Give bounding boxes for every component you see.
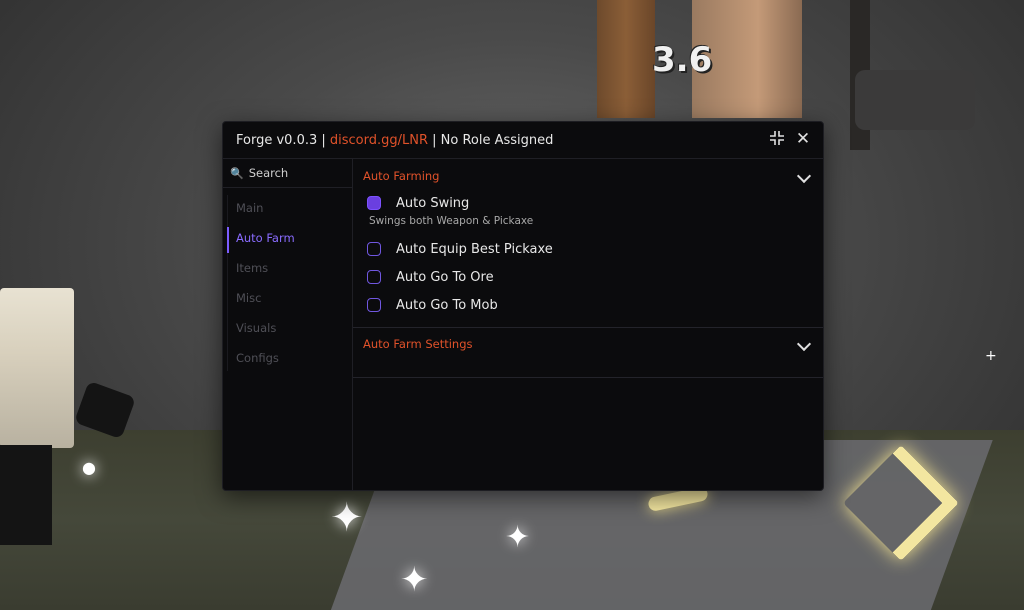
player-character: [0, 288, 74, 448]
rock: [855, 70, 975, 130]
title-role: | No Role Assigned: [428, 132, 554, 148]
toggle-label: Auto Swing: [396, 195, 470, 211]
checkbox[interactable]: [367, 270, 381, 284]
damage-number: 3.6: [652, 40, 713, 80]
chevron-down-icon[interactable]: [796, 336, 812, 352]
sparkle-icon: ●: [82, 458, 96, 477]
sidebar-item-items[interactable]: Items: [227, 255, 351, 285]
sidebar-item-auto-farm[interactable]: Auto Farm: [227, 225, 351, 255]
toggle-label: Auto Go To Mob: [396, 297, 498, 313]
crosshair-icon: +: [985, 348, 997, 364]
player-character-leg: [0, 445, 52, 545]
checkbox[interactable]: [367, 242, 381, 256]
window-title: Forge v0.0.3 | discord.gg/LNR | No Role …: [236, 133, 553, 148]
wooden-pillar: [597, 0, 655, 118]
sidebar-nav: Main Auto Farm Items Misc Visuals Config…: [227, 195, 351, 375]
toggle-auto-go-to-ore[interactable]: Auto Go To Ore: [367, 267, 494, 287]
search-bar[interactable]: 🔍: [223, 159, 352, 188]
sparkle-icon: ✦: [505, 520, 531, 555]
title-bar[interactable]: Forge v0.0.3 | discord.gg/LNR | No Role …: [223, 122, 823, 159]
main-content: Auto Farming Auto Swing Swings both Weap…: [353, 159, 823, 490]
section-title: Auto Farm Settings: [363, 337, 473, 351]
forge-window: Forge v0.0.3 | discord.gg/LNR | No Role …: [222, 121, 824, 491]
toggle-auto-go-to-mob[interactable]: Auto Go To Mob: [367, 295, 498, 315]
toggle-label: Auto Go To Ore: [396, 269, 494, 285]
section-auto-farm-settings[interactable]: Auto Farm Settings: [353, 327, 823, 378]
compress-icon-svg: [770, 131, 784, 145]
checkbox[interactable]: [367, 298, 381, 312]
toggle-auto-swing[interactable]: Auto Swing: [367, 193, 469, 213]
section-auto-farming: Auto Farming Auto Swing Swings both Weap…: [353, 159, 823, 328]
sidebar-item-configs[interactable]: Configs: [227, 345, 351, 375]
sidebar-item-visuals[interactable]: Visuals: [227, 315, 351, 345]
toggle-label: Auto Equip Best Pickaxe: [396, 241, 553, 257]
sparkle-icon: ✦: [330, 495, 364, 541]
toggle-description: Swings both Weapon & Pickaxe: [369, 215, 534, 227]
sidebar: 🔍 Main Auto Farm Items Misc Visuals Conf…: [223, 159, 353, 490]
discord-link[interactable]: discord.gg/LNR: [330, 133, 428, 148]
sparkle-icon: ✦: [400, 560, 429, 600]
search-icon: 🔍: [230, 166, 244, 180]
title-version: Forge v0.0.3 |: [236, 132, 330, 148]
sidebar-item-main[interactable]: Main: [227, 195, 351, 225]
chevron-down-icon[interactable]: [796, 168, 812, 184]
compress-icon[interactable]: [768, 130, 786, 148]
search-input[interactable]: [246, 165, 351, 181]
section-title: Auto Farming: [363, 169, 440, 183]
toggle-auto-equip-best-pickaxe[interactable]: Auto Equip Best Pickaxe: [367, 239, 553, 259]
close-icon[interactable]: ✕: [794, 130, 812, 148]
sidebar-item-misc[interactable]: Misc: [227, 285, 351, 315]
checkbox-checked[interactable]: [367, 196, 381, 210]
